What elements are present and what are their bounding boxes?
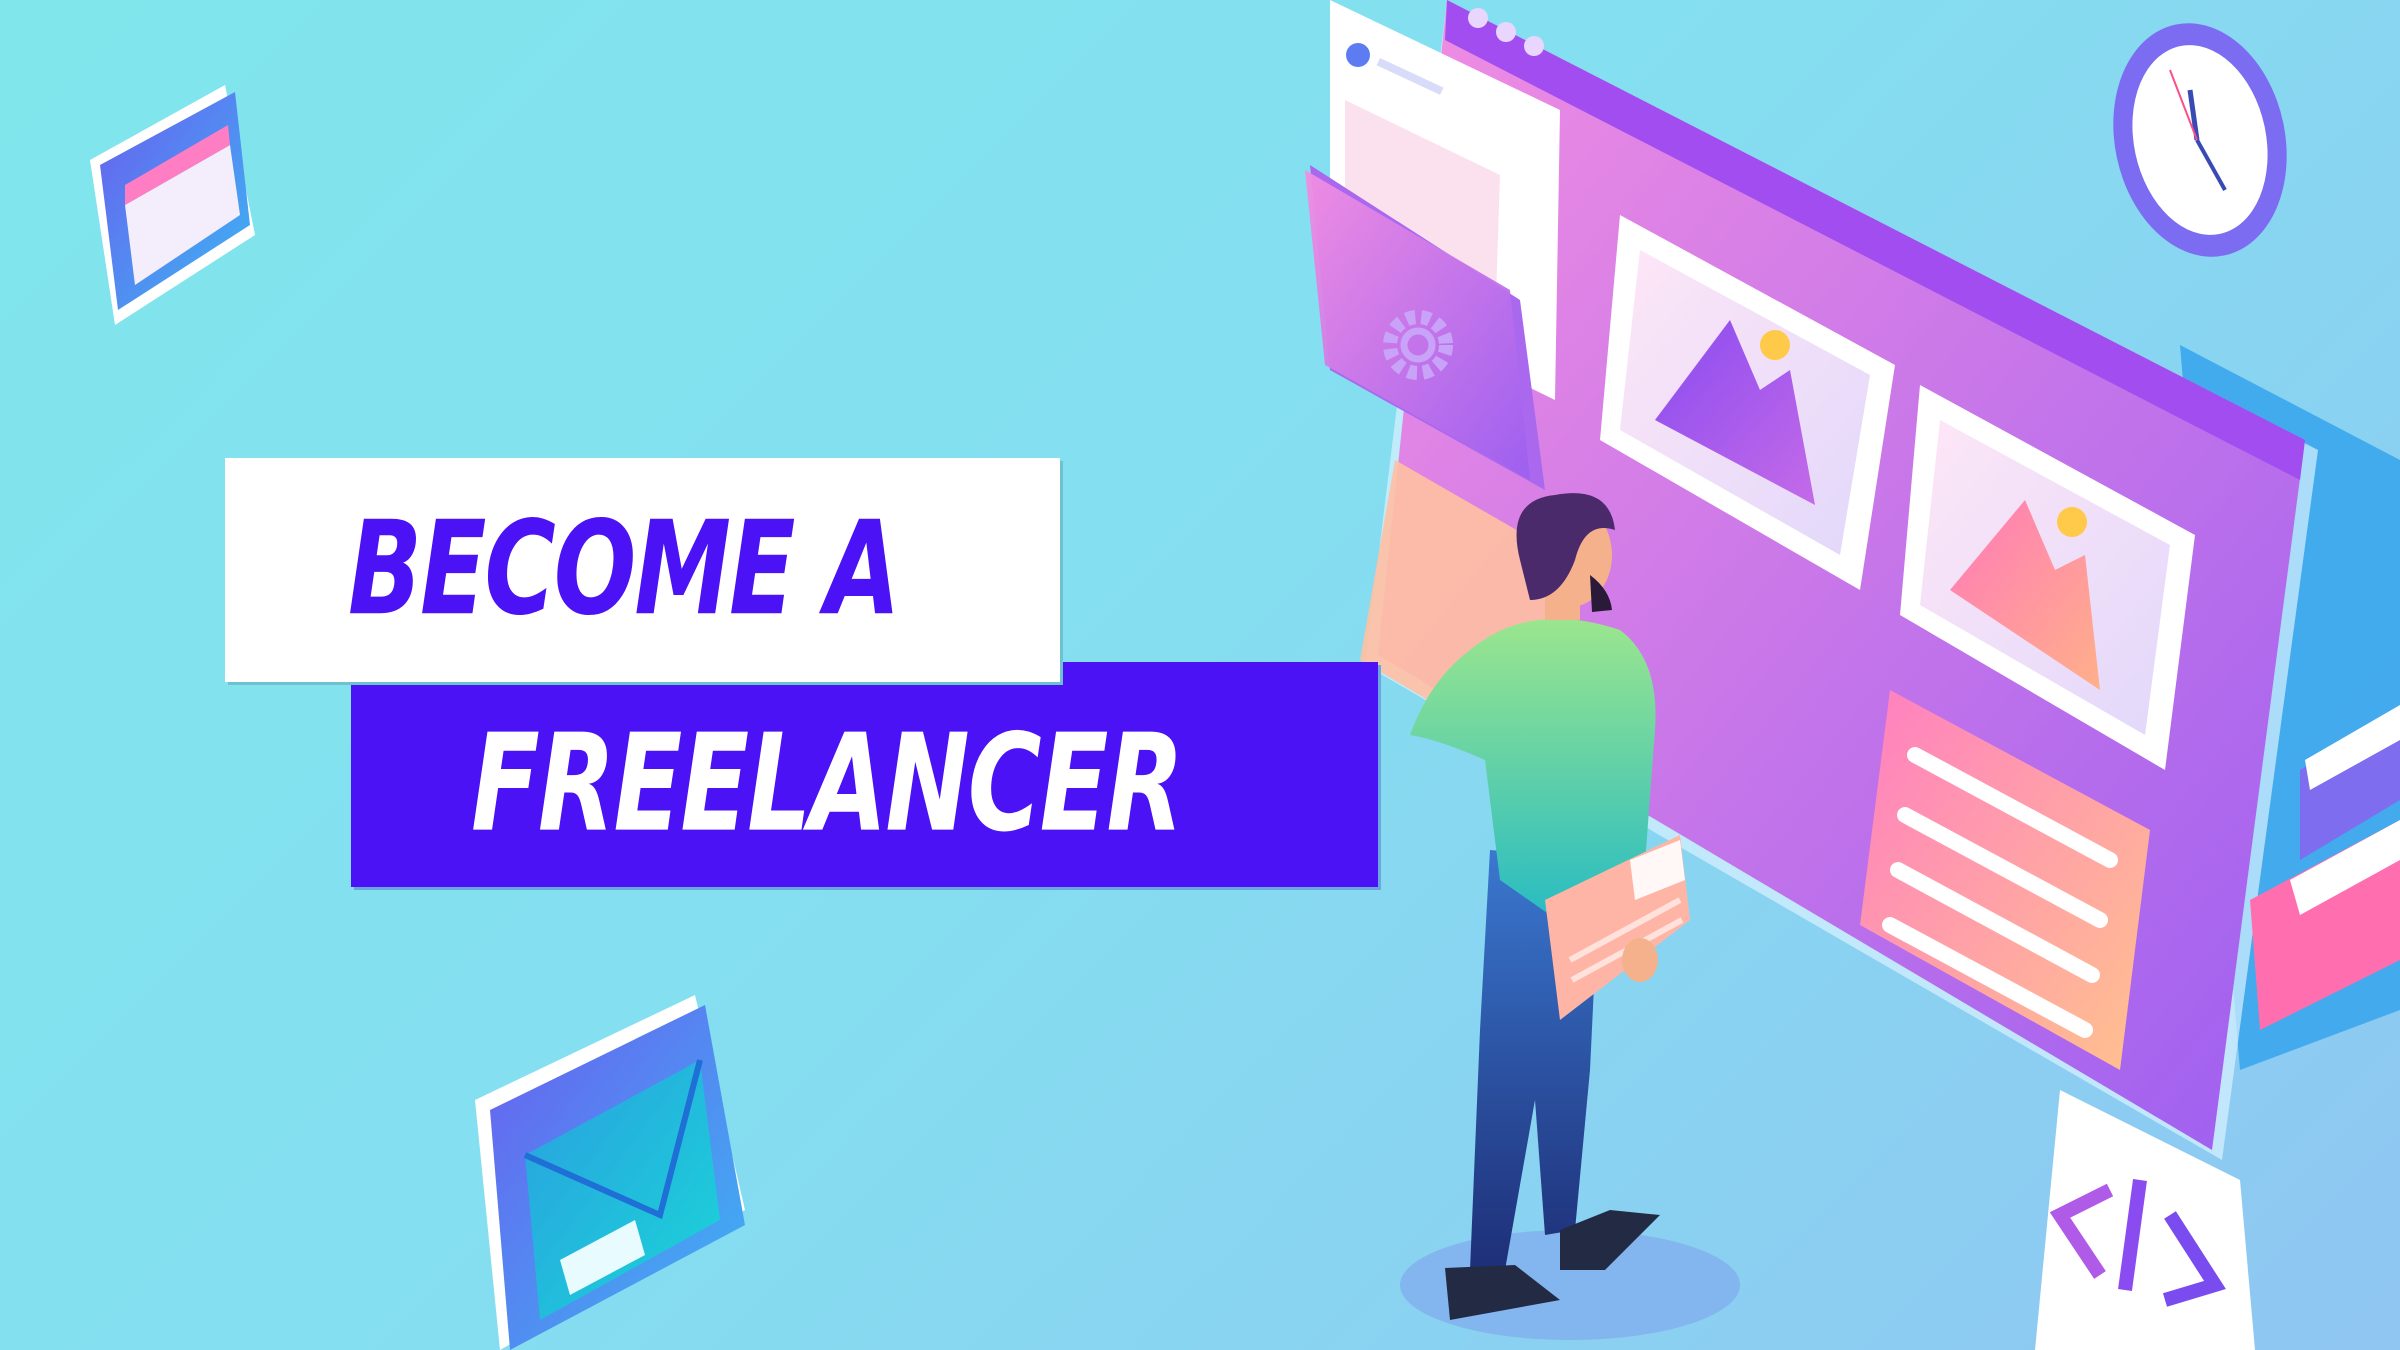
headline-line-1: BECOME A <box>348 494 900 645</box>
window-dot <box>1468 8 1488 28</box>
headline-banner-white: BECOME A <box>225 458 1060 682</box>
headline-banner-blue: FREELANCER <box>351 662 1378 887</box>
calendar-icon <box>90 85 255 325</box>
window-dot <box>1496 22 1516 42</box>
envelope-icon <box>475 995 745 1350</box>
window-dot <box>1524 36 1544 56</box>
clock-icon <box>2113 23 2287 257</box>
headline-line-2: FREELANCER <box>471 706 1184 862</box>
